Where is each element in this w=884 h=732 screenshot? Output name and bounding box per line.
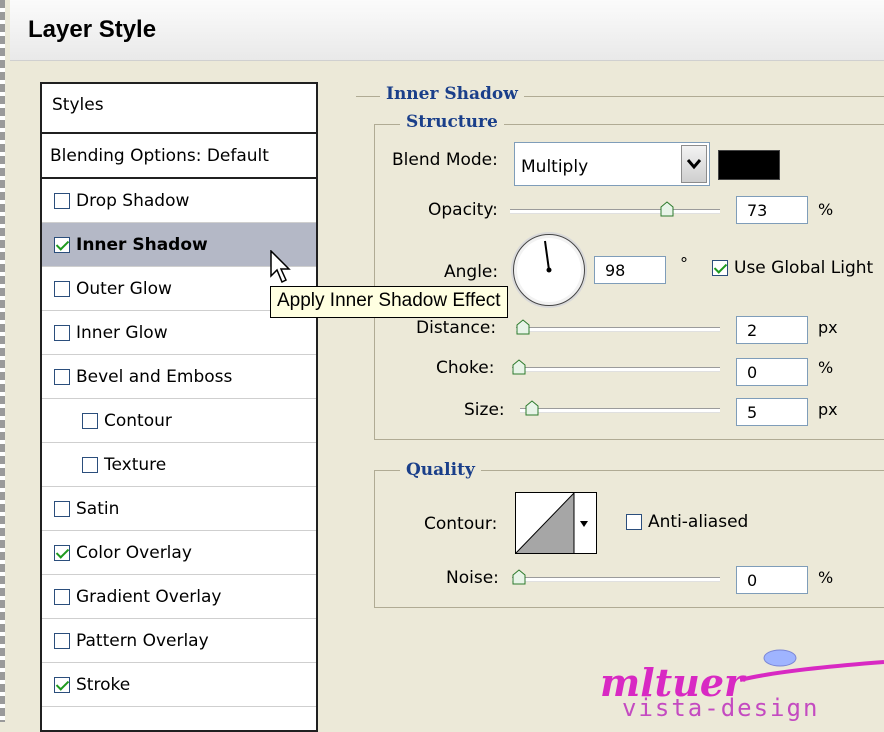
checkbox-icon[interactable] bbox=[54, 544, 70, 561]
checkbox-icon[interactable] bbox=[54, 500, 70, 517]
checkbox-icon[interactable] bbox=[626, 514, 642, 530]
checkbox-icon[interactable] bbox=[54, 236, 70, 253]
style-item-label: Satin bbox=[76, 498, 120, 519]
anti-aliased-checkbox[interactable]: Anti-aliased bbox=[626, 512, 748, 532]
style-item-stroke[interactable]: Stroke bbox=[42, 663, 316, 707]
style-item-label: Texture bbox=[104, 454, 167, 475]
distance-unit: px bbox=[818, 318, 838, 337]
quality-title: Quality bbox=[400, 460, 481, 480]
checkbox-icon[interactable] bbox=[54, 368, 70, 385]
opacity-unit: % bbox=[818, 200, 834, 219]
style-item-label: Drop Shadow bbox=[76, 190, 190, 211]
angle-dial[interactable] bbox=[513, 234, 585, 306]
noise-input[interactable]: 0 bbox=[736, 566, 808, 594]
opacity-label: Opacity: bbox=[428, 200, 498, 220]
window-edge bbox=[0, 0, 5, 722]
blend-mode-label: Blend Mode: bbox=[392, 150, 498, 170]
styles-header[interactable]: Styles bbox=[42, 84, 316, 134]
style-item-label: Contour bbox=[104, 410, 172, 431]
distance-slider-track[interactable] bbox=[516, 327, 720, 332]
checkbox-icon[interactable] bbox=[712, 260, 728, 276]
choke-label: Choke: bbox=[436, 358, 495, 378]
checkbox-icon[interactable] bbox=[54, 676, 70, 693]
chevron-down-icon[interactable] bbox=[681, 145, 707, 183]
style-item-color-overlay[interactable]: Color Overlay bbox=[42, 531, 316, 575]
checkbox-icon[interactable] bbox=[54, 192, 70, 209]
noise-unit: % bbox=[818, 568, 834, 587]
distance-label: Distance: bbox=[416, 318, 497, 338]
watermark-swoosh-icon bbox=[740, 649, 884, 682]
size-unit: px bbox=[818, 400, 838, 419]
opacity-slider-track[interactable] bbox=[510, 209, 720, 214]
watermark-subtitle: vista-design bbox=[622, 694, 820, 722]
inner-shadow-title: Inner Shadow bbox=[380, 84, 524, 104]
distance-input[interactable]: 2 bbox=[736, 316, 808, 344]
style-item-label: Pattern Overlay bbox=[76, 630, 209, 651]
window-title: Layer Style bbox=[28, 16, 157, 43]
style-item-label: Outer Glow bbox=[76, 278, 172, 299]
blend-mode-select[interactable]: Multiply bbox=[514, 142, 710, 186]
anti-aliased-label: Anti-aliased bbox=[648, 512, 749, 532]
styles-panel: Styles Blending Options: Default Drop Sh… bbox=[40, 82, 318, 732]
style-item-label: Stroke bbox=[76, 674, 131, 695]
checkbox-icon[interactable] bbox=[54, 632, 70, 649]
tooltip: Apply Inner Shadow Effect bbox=[270, 286, 508, 318]
style-item-drop-shadow[interactable]: Drop Shadow bbox=[42, 179, 316, 223]
checkbox-icon[interactable] bbox=[54, 588, 70, 605]
style-item-label: Inner Glow bbox=[76, 322, 168, 343]
opacity-slider-thumb[interactable] bbox=[660, 201, 674, 217]
opacity-input[interactable]: 73 bbox=[736, 196, 808, 224]
style-item-texture[interactable]: Texture bbox=[42, 443, 316, 487]
angle-unit: ° bbox=[680, 254, 688, 273]
choke-slider-track[interactable] bbox=[512, 367, 720, 372]
checkbox-icon[interactable] bbox=[82, 456, 98, 473]
size-slider-thumb[interactable] bbox=[525, 400, 539, 416]
blend-color-swatch[interactable] bbox=[718, 150, 780, 180]
contour-picker[interactable] bbox=[515, 492, 597, 554]
choke-input[interactable]: 0 bbox=[736, 358, 808, 386]
angle-label: Angle: bbox=[444, 262, 499, 282]
noise-slider-thumb[interactable] bbox=[512, 569, 526, 585]
choke-slider-thumb[interactable] bbox=[512, 359, 526, 375]
style-item-label: Inner Shadow bbox=[76, 234, 208, 255]
blend-mode-value: Multiply bbox=[521, 157, 589, 177]
style-item-bevel-and-emboss[interactable]: Bevel and Emboss bbox=[42, 355, 316, 399]
size-slider-track[interactable] bbox=[520, 408, 720, 413]
checkbox-icon[interactable] bbox=[54, 280, 70, 297]
choke-unit: % bbox=[818, 358, 834, 377]
use-global-light-label: Use Global Light bbox=[734, 258, 874, 278]
distance-slider-thumb[interactable] bbox=[516, 319, 530, 335]
angle-input[interactable]: 98 bbox=[594, 256, 666, 284]
checkbox-icon[interactable] bbox=[82, 412, 98, 429]
style-item-gradient-overlay[interactable]: Gradient Overlay bbox=[42, 575, 316, 619]
blending-options[interactable]: Blending Options: Default bbox=[42, 134, 316, 179]
contour-label: Contour: bbox=[424, 514, 498, 534]
noise-label: Noise: bbox=[446, 568, 499, 588]
cursor-arrow-icon bbox=[270, 249, 292, 289]
style-item-label: Gradient Overlay bbox=[76, 586, 222, 607]
size-input[interactable]: 5 bbox=[736, 398, 808, 426]
checkbox-icon[interactable] bbox=[54, 324, 70, 341]
structure-title: Structure bbox=[400, 112, 504, 132]
style-item-satin[interactable]: Satin bbox=[42, 487, 316, 531]
use-global-light-checkbox[interactable]: Use Global Light bbox=[712, 258, 873, 278]
noise-slider-track[interactable] bbox=[512, 577, 720, 582]
style-item-contour[interactable]: Contour bbox=[42, 399, 316, 443]
style-item-label: Color Overlay bbox=[76, 542, 192, 563]
style-item-pattern-overlay[interactable]: Pattern Overlay bbox=[42, 619, 316, 663]
style-item-label: Bevel and Emboss bbox=[76, 366, 233, 387]
title-bar: Layer Style bbox=[10, 0, 884, 61]
size-label: Size: bbox=[464, 400, 505, 420]
